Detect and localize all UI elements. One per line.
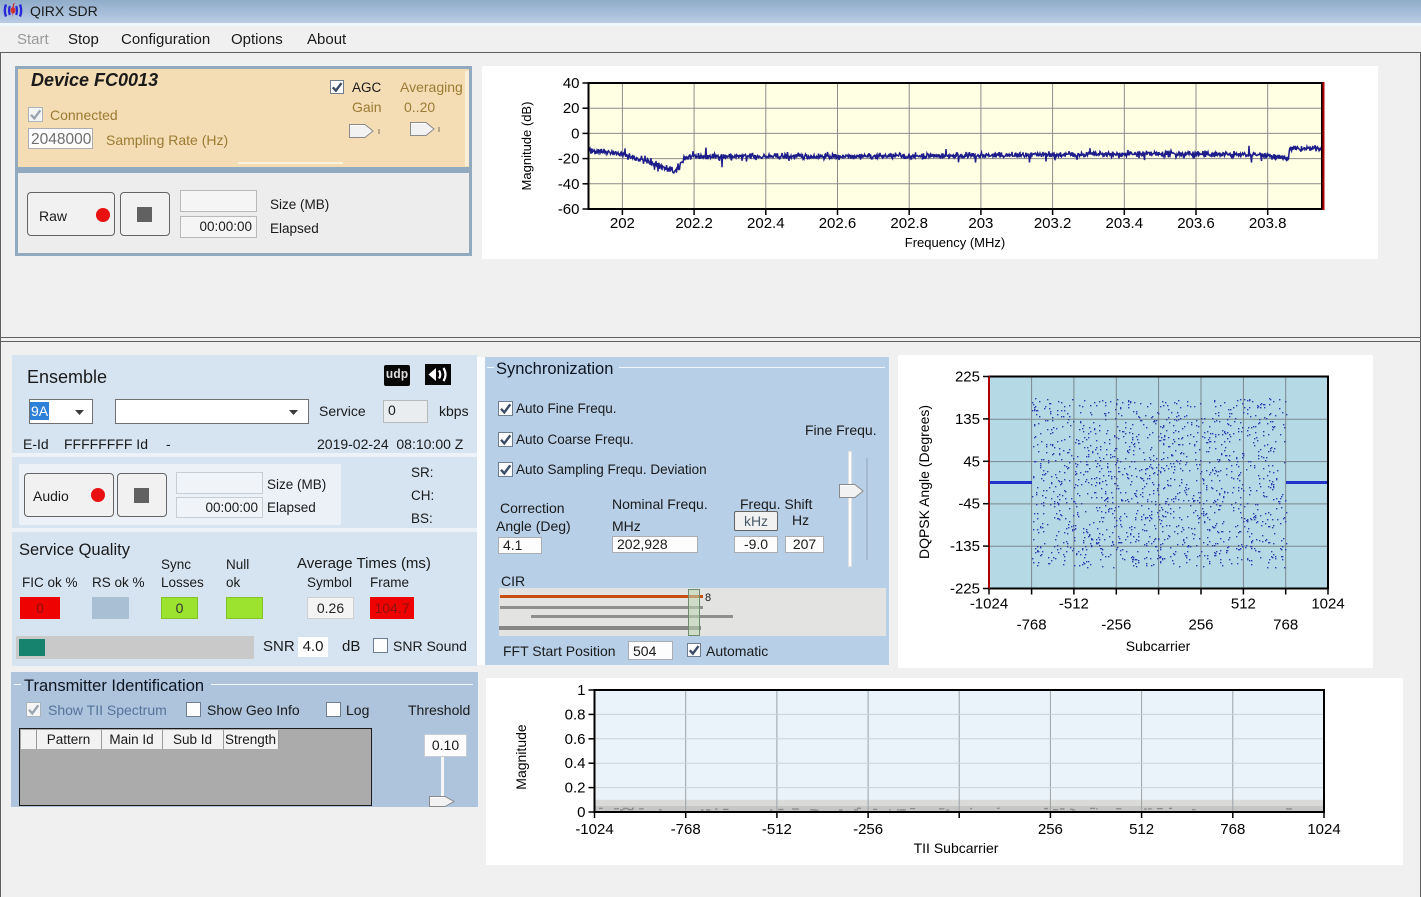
svg-text:1024: 1024 (1311, 596, 1344, 613)
svg-text:0.2: 0.2 (565, 780, 586, 797)
svg-text:203.4: 203.4 (1106, 215, 1144, 232)
svg-text:-45: -45 (958, 496, 980, 513)
svg-text:-20: -20 (558, 151, 580, 168)
svg-text:Frequency (MHz): Frequency (MHz) (905, 235, 1005, 250)
svg-text:DQPSK Angle (Degrees): DQPSK Angle (Degrees) (916, 405, 932, 559)
svg-text:135: 135 (955, 411, 980, 428)
svg-text:45: 45 (963, 453, 980, 470)
svg-text:-1024: -1024 (970, 596, 1008, 613)
svg-text:0.4: 0.4 (565, 755, 586, 772)
svg-text:202.8: 202.8 (890, 215, 928, 232)
svg-text:203.8: 203.8 (1249, 215, 1287, 232)
svg-text:TII Subcarrier: TII Subcarrier (914, 840, 999, 856)
svg-text:-60: -60 (558, 201, 580, 218)
svg-text:202.6: 202.6 (819, 215, 857, 232)
svg-text:512: 512 (1231, 596, 1256, 613)
svg-text:Subcarrier: Subcarrier (1126, 638, 1191, 654)
svg-text:20: 20 (563, 100, 580, 117)
svg-text:-256: -256 (1101, 617, 1131, 634)
svg-text:203: 203 (968, 215, 993, 232)
svg-text:-512: -512 (762, 821, 792, 838)
svg-text:-40: -40 (558, 176, 580, 193)
svg-text:0.8: 0.8 (565, 706, 586, 723)
svg-text:203.6: 203.6 (1177, 215, 1215, 232)
svg-text:40: 40 (563, 75, 580, 92)
svg-text:0: 0 (571, 125, 579, 142)
svg-text:-768: -768 (1017, 617, 1047, 634)
svg-text:225: 225 (955, 369, 980, 386)
svg-text:203.2: 203.2 (1034, 215, 1072, 232)
svg-text:-135: -135 (950, 538, 980, 555)
svg-text:1: 1 (577, 682, 585, 699)
svg-text:0: 0 (577, 804, 585, 821)
svg-text:202: 202 (610, 215, 635, 232)
svg-text:Magnitude: Magnitude (513, 724, 529, 790)
svg-text:0.6: 0.6 (565, 731, 586, 748)
svg-text:1024: 1024 (1307, 821, 1340, 838)
svg-text:768: 768 (1220, 821, 1245, 838)
svg-text:-1024: -1024 (575, 821, 613, 838)
svg-text:256: 256 (1038, 821, 1063, 838)
svg-text:202.2: 202.2 (675, 215, 713, 232)
svg-text:512: 512 (1129, 821, 1154, 838)
svg-text:Magnitude (dB): Magnitude (dB) (519, 102, 534, 191)
svg-text:-512: -512 (1059, 596, 1089, 613)
svg-text:256: 256 (1188, 617, 1213, 634)
svg-text:768: 768 (1273, 617, 1298, 634)
svg-text:202.4: 202.4 (747, 215, 785, 232)
svg-text:-256: -256 (853, 821, 883, 838)
svg-text:-768: -768 (671, 821, 701, 838)
